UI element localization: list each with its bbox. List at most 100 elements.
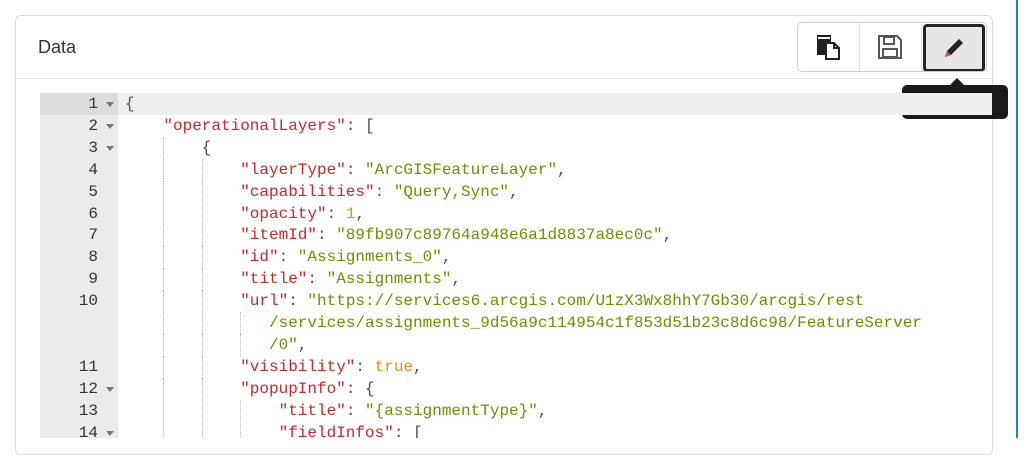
code-line: 9 "title": "Assignments", (40, 268, 992, 291)
code-line: /services/assignments_9d56a9c114954c1f85… (40, 312, 992, 334)
token-p: , (537, 401, 548, 420)
indent-guide (163, 180, 165, 203)
token-s: "https://services6.arcgis.com/U1zX3Wx8hh… (307, 292, 865, 311)
copy-icon (817, 35, 841, 60)
code-text: "visibility": true, (240, 356, 422, 378)
code-text: "title": "Assignments", (240, 268, 461, 290)
token-p: : (345, 160, 366, 179)
fold-toggle-icon[interactable] (106, 430, 114, 436)
token-p: : [ (345, 116, 375, 135)
code-text: { (125, 93, 135, 115)
token-k: "itemId" (240, 226, 317, 245)
code-line: 1{ (40, 93, 992, 115)
indent-guide (163, 355, 165, 378)
line-number: 7 (88, 226, 98, 245)
code-text: "opacity": 1, (240, 203, 365, 225)
code-line: 5 "capabilities": "Query,Sync", (40, 180, 992, 203)
token-k: "operationalLayers" (163, 116, 346, 135)
token-p: : (355, 357, 375, 376)
token-n: true (374, 357, 414, 376)
indent-guide (201, 224, 203, 247)
code-text: "fieldInfos": [ (279, 422, 423, 439)
token-p: { (125, 95, 135, 113)
token-k: "capabilities" (240, 182, 375, 201)
indent-guide (201, 333, 203, 356)
indent-guide (240, 312, 242, 334)
indent-guide (163, 377, 165, 400)
code-line: 3{ (40, 136, 992, 159)
token-p: , (557, 160, 567, 179)
indent-guide (201, 268, 203, 291)
save-icon (878, 35, 903, 59)
code-text: "itemId": "89fb907c89764a948e6a1d8837a8e… (240, 224, 672, 246)
token-p: , (662, 226, 673, 245)
code-line: 7 "itemId": "89fb907c89764a948e6a1d8837a8… (40, 224, 992, 247)
token-s: "89fb907c89764a948e6a1d8837a8ec0c" (336, 226, 663, 245)
save-button[interactable] (860, 23, 922, 71)
indent-guide (201, 158, 203, 181)
copy-button[interactable] (798, 23, 860, 71)
token-p: : (278, 248, 298, 267)
code-line: 13 "title": "{assignmentType}", (40, 399, 992, 422)
code-text: "capabilities": "Query,Sync", (240, 181, 518, 203)
code-line: 11 "visibility": true, (40, 355, 992, 378)
line-number: 5 (88, 182, 98, 201)
token-s: /services/assignments_9d56a9c114954c1f85… (269, 314, 922, 332)
code-line: 8 "id": "Assignments_0", (40, 246, 992, 269)
code-text: /services/assignments_9d56a9c114954c1f85… (269, 312, 922, 334)
token-k: "popupInfo" (240, 379, 346, 398)
fold-toggle-icon[interactable] (106, 386, 114, 392)
token-p: , (441, 248, 452, 267)
token-p: : (317, 226, 337, 245)
token-k: "title" (240, 270, 308, 289)
token-p: : [ (393, 423, 423, 439)
code-text: "url": "https://services6.arcgis.com/U1z… (240, 290, 864, 312)
line-number: 13 (78, 401, 98, 420)
token-p: { (201, 138, 212, 157)
line-number (40, 334, 118, 356)
indent-guide (201, 399, 203, 422)
token-k: "layerType" (240, 160, 346, 179)
token-p: , (297, 335, 308, 354)
token-k: "fieldInfos" (278, 423, 394, 439)
code-text: { (202, 137, 212, 159)
token-s: "Assignments" (326, 270, 452, 289)
code-line: 6 "opacity": 1, (40, 202, 992, 225)
token-p: : { (345, 379, 375, 398)
indent-guide (201, 246, 203, 269)
token-s: "Query,Sync" (393, 182, 510, 201)
indent-guide (201, 202, 203, 225)
fold-toggle-icon[interactable] (106, 123, 114, 129)
indent-guide (163, 312, 165, 334)
indent-guide (163, 246, 165, 269)
token-k: "url" (240, 292, 289, 311)
token-s: "{assignmentType}" (365, 401, 538, 420)
indent-guide (163, 268, 165, 291)
line-number: 11 (78, 357, 98, 376)
fold-toggle-icon[interactable] (106, 145, 114, 151)
code-text: "id": "Assignments_0", (240, 246, 451, 268)
line-number (40, 312, 118, 334)
indent-guide (240, 333, 242, 356)
token-p: , (413, 357, 423, 376)
token-p: , (355, 204, 366, 223)
token-p: : (345, 401, 366, 420)
line-number: 6 (88, 204, 98, 223)
indent-guide (240, 421, 242, 438)
token-p: : (288, 292, 308, 311)
code-line: 4 "layerType": "ArcGISFeatureLayer", (40, 158, 992, 181)
indent-guide (163, 421, 165, 438)
token-k: "title" (278, 401, 346, 420)
indent-guide (201, 290, 203, 312)
indent-guide (201, 377, 203, 400)
token-p: , (451, 270, 462, 289)
panel-header: Data (16, 16, 992, 79)
code-text: "title": "{assignmentType}", (279, 400, 548, 422)
indent-guide (201, 421, 203, 438)
edit-json-button[interactable] (922, 24, 985, 71)
line-number: 4 (88, 160, 98, 179)
code-editor[interactable]: 1{2 "operationalLayers": [3{4 "layerType":… (40, 93, 992, 438)
token-k: "visibility" (240, 357, 356, 376)
fold-toggle-icon[interactable] (106, 102, 114, 107)
indent-guide (163, 136, 165, 159)
